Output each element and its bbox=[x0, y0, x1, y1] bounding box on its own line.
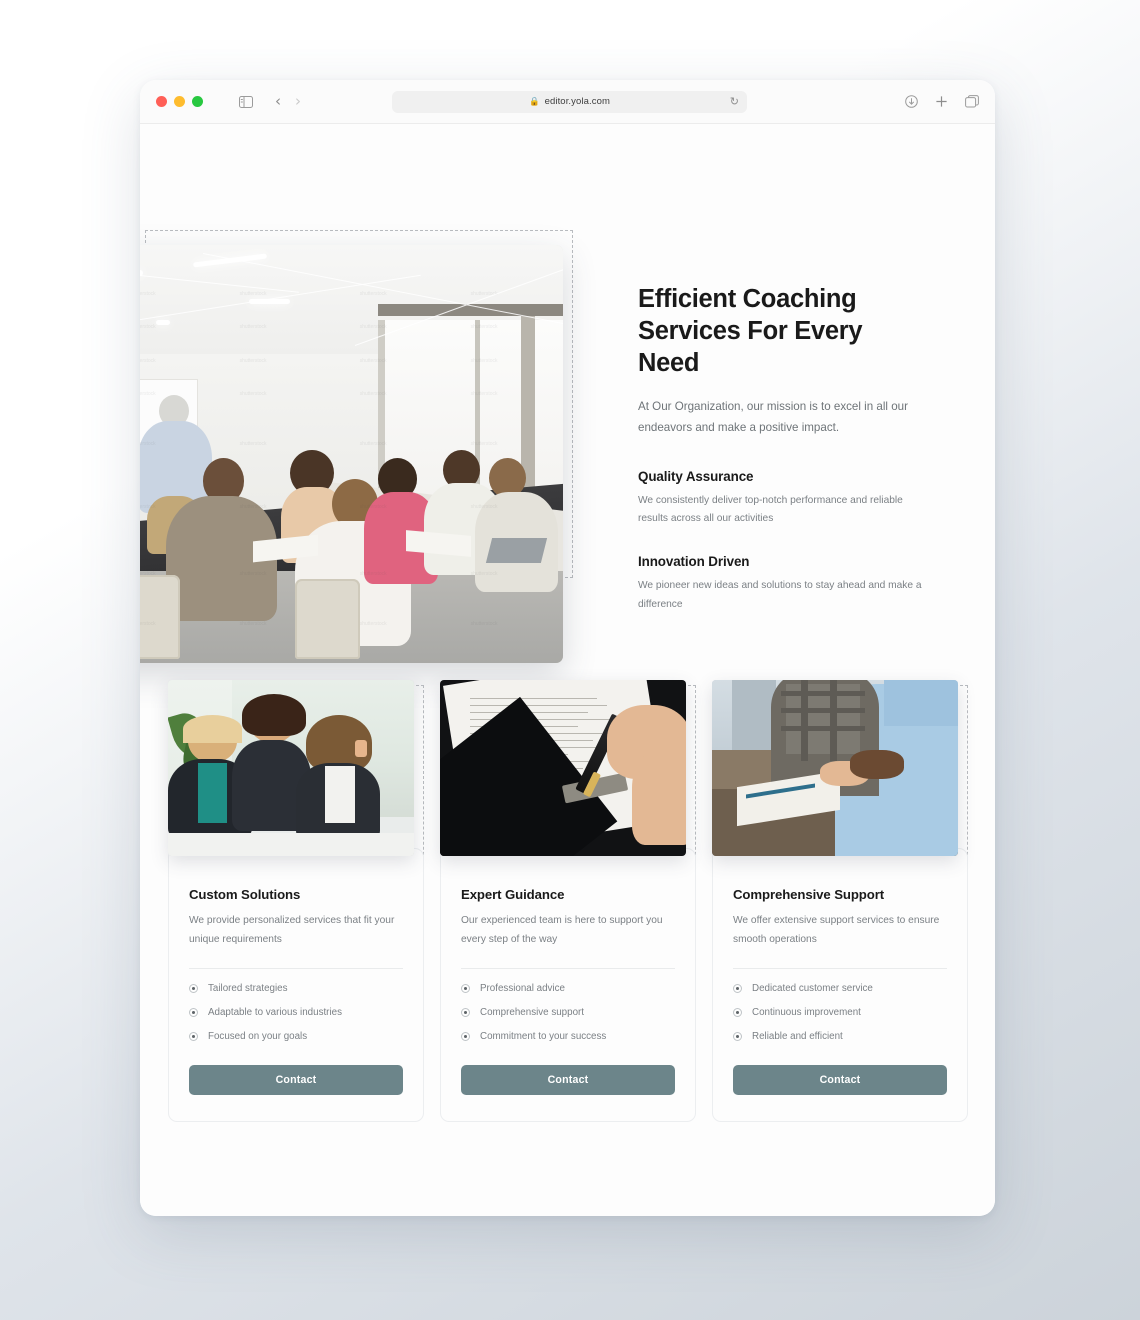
contact-button[interactable]: Contact bbox=[189, 1064, 403, 1095]
url-text: editor.yola.com bbox=[544, 96, 610, 107]
bullet-icon bbox=[189, 983, 198, 993]
hero-title-line-2: Services For Every Need bbox=[638, 316, 863, 377]
contact-button[interactable]: Contact bbox=[733, 1064, 947, 1095]
chevron-left-icon[interactable]: ‹ bbox=[275, 94, 281, 109]
browser-toolbar-right bbox=[905, 95, 979, 108]
lock-icon: 🔒 bbox=[529, 96, 540, 106]
page-title: Efficient Coaching Services For Every Ne… bbox=[638, 284, 928, 380]
bullet-label: Commitment to your success bbox=[480, 1030, 607, 1042]
zoom-window-button[interactable] bbox=[192, 96, 203, 107]
card-image[interactable] bbox=[168, 680, 414, 856]
contact-button[interactable]: Contact bbox=[461, 1064, 675, 1095]
bullet-label: Reliable and efficient bbox=[752, 1030, 843, 1042]
feature-quality-assurance: Quality Assurance We consistently delive… bbox=[638, 469, 928, 530]
card-image[interactable] bbox=[712, 680, 958, 856]
minimize-window-button[interactable] bbox=[174, 96, 185, 107]
editor-canvas: shutterstockshutterstockshutterstockshut… bbox=[140, 124, 995, 1216]
card-description: Our experienced team is here to support … bbox=[461, 915, 663, 945]
close-window-button[interactable] bbox=[156, 96, 167, 107]
feature-body: We consistently deliver top-notch perfor… bbox=[638, 494, 903, 525]
bullet-label: Continuous improvement bbox=[752, 1006, 861, 1018]
card-description: We provide personalized services that fi… bbox=[189, 915, 395, 945]
feature-body: We pioneer new ideas and solutions to st… bbox=[638, 580, 922, 611]
feature-title: Innovation Driven bbox=[638, 554, 750, 570]
list-item: Continuous improvement bbox=[733, 1007, 947, 1018]
card-bullet-list: Dedicated customer service Continuous im… bbox=[733, 983, 947, 1042]
sidebar-toggle-icon[interactable] bbox=[239, 95, 253, 108]
bullet-icon bbox=[461, 1007, 470, 1017]
list-item: Commitment to your success bbox=[461, 1031, 675, 1042]
reload-icon[interactable]: ↻ bbox=[730, 95, 739, 108]
card-image[interactable] bbox=[440, 680, 686, 856]
browser-window: ‹ › 🔒 editor.yola.com ↻ erstock shutters… bbox=[140, 80, 995, 1216]
list-item: Comprehensive support bbox=[461, 1007, 675, 1018]
bullet-label: Comprehensive support bbox=[480, 1006, 585, 1018]
bullet-label: Adaptable to various industries bbox=[208, 1006, 342, 1018]
card-bullet-list: Tailored strategies Adaptable to various… bbox=[189, 983, 403, 1042]
feature-innovation-driven: Innovation Driven We pioneer new ideas a… bbox=[638, 554, 928, 615]
card-panel: Comprehensive Support We offer extensive… bbox=[712, 848, 968, 1122]
card-divider bbox=[189, 967, 403, 969]
card-panel: Expert Guidance Our experienced team is … bbox=[440, 848, 696, 1122]
window-traffic-lights bbox=[156, 96, 203, 107]
hero-image-selection-outline[interactable]: shutterstockshutterstockshutterstockshut… bbox=[140, 230, 573, 663]
bullet-label: Tailored strategies bbox=[208, 982, 288, 994]
list-item: Dedicated customer service bbox=[733, 983, 947, 994]
list-item: Professional advice bbox=[461, 983, 675, 994]
chevron-right-icon[interactable]: › bbox=[295, 94, 301, 109]
tab-overview-icon[interactable] bbox=[965, 95, 979, 108]
bullet-icon bbox=[461, 1031, 470, 1041]
card-panel: Custom Solutions We provide personalized… bbox=[168, 848, 424, 1122]
bullet-icon bbox=[733, 1031, 742, 1041]
bullet-label: Professional advice bbox=[480, 982, 565, 994]
bullet-label: Dedicated customer service bbox=[752, 982, 873, 994]
bullet-icon bbox=[461, 983, 470, 993]
plus-icon[interactable] bbox=[935, 95, 948, 108]
address-bar[interactable]: 🔒 editor.yola.com ↻ bbox=[392, 90, 747, 113]
bullet-icon bbox=[189, 1031, 198, 1041]
bullet-icon bbox=[189, 1007, 198, 1017]
hero-title-line-1: Efficient Coaching bbox=[638, 285, 857, 313]
card-title: Comprehensive Support bbox=[733, 887, 885, 902]
feature-title: Quality Assurance bbox=[638, 468, 754, 484]
bullet-label: Focused on your goals bbox=[208, 1030, 308, 1042]
hero-subtitle: At Our Organization, our mission is to e… bbox=[638, 399, 908, 435]
bullet-icon bbox=[733, 1007, 742, 1017]
service-card-custom-solutions: Custom Solutions We provide personalized… bbox=[168, 680, 424, 1122]
bullet-icon bbox=[733, 983, 742, 993]
card-title: Custom Solutions bbox=[189, 887, 301, 902]
hero-text-block: Efficient Coaching Services For Every Ne… bbox=[638, 284, 928, 615]
hero-image[interactable]: shutterstockshutterstockshutterstockshut… bbox=[140, 245, 563, 663]
list-item: Tailored strategies bbox=[189, 983, 403, 994]
card-bullet-list: Professional advice Comprehensive suppor… bbox=[461, 983, 675, 1042]
browser-titlebar: ‹ › 🔒 editor.yola.com ↻ bbox=[140, 80, 995, 124]
card-description: We offer extensive support services to e… bbox=[733, 915, 940, 945]
list-item: Adaptable to various industries bbox=[189, 1007, 403, 1018]
card-divider bbox=[733, 967, 947, 969]
service-card-comprehensive-support: Comprehensive Support We offer extensive… bbox=[712, 680, 968, 1122]
navigation-buttons: ‹ › bbox=[275, 94, 301, 109]
card-divider bbox=[461, 967, 675, 969]
card-title: Expert Guidance bbox=[461, 887, 565, 902]
download-icon[interactable] bbox=[905, 95, 918, 108]
list-item: Focused on your goals bbox=[189, 1031, 403, 1042]
service-card-expert-guidance: Expert Guidance Our experienced team is … bbox=[440, 680, 696, 1122]
service-cards-row: Custom Solutions We provide personalized… bbox=[168, 680, 968, 1122]
list-item: Reliable and efficient bbox=[733, 1031, 947, 1042]
